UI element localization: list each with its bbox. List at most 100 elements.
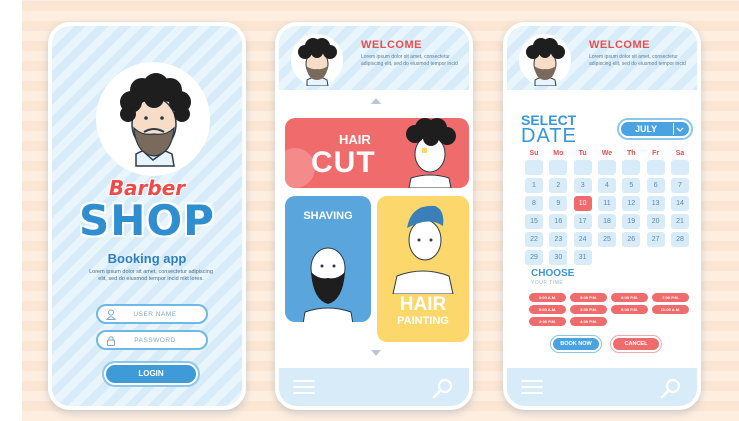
scroll-up-arrow-icon[interactable] bbox=[371, 98, 381, 104]
username-placeholder: USER NAME bbox=[133, 310, 177, 318]
calendar-day[interactable] bbox=[670, 160, 689, 175]
phone-services-screen: WELCOME Lorem ipsum dolor sit amet, cons… bbox=[275, 22, 473, 410]
calendar-day[interactable]: 31 bbox=[573, 250, 592, 265]
calendar-day[interactable]: 2 bbox=[549, 178, 568, 193]
calendar-day[interactable] bbox=[573, 160, 592, 175]
calendar-day[interactable]: 21 bbox=[670, 214, 689, 229]
calendar-day[interactable]: 1 bbox=[525, 178, 543, 193]
time-slot-button[interactable]: 7:00 P.M. bbox=[652, 293, 689, 302]
calendar-day[interactable]: 9 bbox=[549, 196, 568, 211]
shaving-card[interactable]: SHAVING bbox=[285, 196, 371, 322]
weekday-label: Mo bbox=[553, 150, 564, 157]
weekday-header: Su Mo Tu We Th Fr Sa bbox=[525, 150, 689, 157]
time-slot-button[interactable]: 6:00 P.M. bbox=[611, 293, 648, 302]
calendar-day[interactable] bbox=[622, 160, 641, 175]
phone-date-screen: WELCOME Lorem ipsum dolor sit amet, cons… bbox=[503, 22, 701, 410]
haircut-label-line2: CUT bbox=[311, 146, 376, 179]
calendar-day[interactable]: 22 bbox=[525, 232, 543, 247]
calendar-day[interactable]: 24 bbox=[573, 232, 592, 247]
calendar-day[interactable]: 4 bbox=[597, 178, 616, 193]
weekday-label: Tu bbox=[578, 150, 587, 157]
calendar-day[interactable]: 5 bbox=[622, 178, 641, 193]
haircut-card[interactable]: HAIR CUT bbox=[285, 118, 469, 188]
chevron-down-icon bbox=[673, 123, 685, 135]
calendar-day[interactable]: 11 bbox=[597, 196, 616, 211]
calendar-day[interactable]: 30 bbox=[549, 250, 568, 265]
haircut-illustration bbox=[406, 118, 456, 188]
calendar-day[interactable]: 27 bbox=[646, 232, 665, 247]
weekday-label: Fr bbox=[652, 150, 660, 157]
weekday-label: Su bbox=[529, 150, 539, 157]
calendar-day[interactable]: 19 bbox=[622, 214, 641, 229]
calendar-day[interactable]: 14 bbox=[670, 196, 689, 211]
logo-shop-text: SHOP bbox=[79, 196, 215, 245]
login-description: Lorem ipsum dolor sit amet, consectetur … bbox=[89, 269, 213, 282]
welcome-heading: WELCOME bbox=[361, 39, 422, 51]
services-bottom-bar bbox=[279, 368, 469, 406]
weekday-label: Th bbox=[627, 150, 636, 157]
menu-icon[interactable] bbox=[293, 380, 315, 394]
painting-label-line1: HAIR bbox=[399, 294, 447, 315]
select-date-title-line2: DATE bbox=[521, 125, 577, 147]
search-icon[interactable] bbox=[659, 376, 683, 400]
calendar-day-selected[interactable]: 10 bbox=[573, 196, 592, 211]
weekday-label: We bbox=[601, 150, 613, 157]
calendar-day[interactable]: 18 bbox=[597, 214, 616, 229]
calendar-day[interactable]: 3 bbox=[573, 178, 592, 193]
hair-painting-illustration bbox=[392, 205, 454, 294]
calendar-day[interactable]: 20 bbox=[646, 214, 665, 229]
time-slot-button[interactable]: 5:00 P.M. bbox=[570, 293, 607, 302]
calendar-day[interactable]: 29 bbox=[525, 250, 543, 265]
barber-illustration bbox=[120, 73, 191, 167]
calendar-day[interactable] bbox=[597, 160, 616, 175]
menu-icon[interactable] bbox=[521, 380, 543, 394]
time-slot-button[interactable]: 3:00 P.M. bbox=[570, 305, 607, 314]
calendar-day[interactable]: 12 bbox=[622, 196, 641, 211]
scroll-down-arrow-icon[interactable] bbox=[371, 350, 381, 356]
calendar-day[interactable]: 7 bbox=[670, 178, 689, 193]
calendar-day[interactable]: 23 bbox=[549, 232, 568, 247]
calendar-day[interactable]: 25 bbox=[597, 232, 616, 247]
calendar-day[interactable] bbox=[549, 160, 568, 175]
calendar-day[interactable]: 16 bbox=[549, 214, 568, 229]
calendar-day[interactable]: 13 bbox=[646, 196, 665, 211]
calendar-week: 29 30 31 bbox=[525, 250, 689, 265]
search-icon[interactable] bbox=[431, 376, 455, 400]
calendar-week: 22 23 24 25 26 27 28 bbox=[525, 232, 689, 247]
hair-painting-card[interactable]: HAIR PAINTING bbox=[377, 196, 469, 342]
month-dropdown[interactable]: JULY bbox=[619, 120, 691, 138]
login-button[interactable]: LOGIN bbox=[104, 363, 198, 385]
calendar-day[interactable]: 26 bbox=[622, 232, 641, 247]
weekday-label: Sa bbox=[675, 150, 685, 157]
cancel-button[interactable]: CANCEL bbox=[611, 336, 661, 352]
time-slot-button[interactable]: 11:00 A.M. bbox=[652, 305, 689, 314]
calendar-day[interactable]: 28 bbox=[670, 232, 689, 247]
header-avatar bbox=[519, 34, 571, 87]
time-slot-button[interactable]: 4:00 P.M. bbox=[570, 317, 607, 326]
painting-label-line2: PAINTING bbox=[397, 315, 449, 327]
calendar-grid: Su Mo Tu We Th Fr Sa 1 2 3 4 5 6 7 8 9 1… bbox=[525, 150, 689, 265]
time-slot-button[interactable]: 9:00 A.M. bbox=[529, 305, 566, 314]
book-now-button[interactable]: BOOK NOW bbox=[551, 336, 601, 352]
time-slot-button[interactable]: 6:00 P.M. bbox=[611, 305, 648, 314]
calendar-day[interactable]: 15 bbox=[525, 214, 543, 229]
month-value: JULY bbox=[635, 124, 658, 134]
choose-time-title: CHOOSE bbox=[531, 268, 575, 279]
calendar-week: 15 16 17 18 19 20 21 bbox=[525, 214, 689, 229]
haircut-label-line1: HAIR bbox=[339, 132, 371, 147]
welcome-description: Lorem ipsum dolor sit amet, consectetur … bbox=[361, 54, 458, 67]
calendar-day[interactable]: 17 bbox=[573, 214, 592, 229]
calendar-day[interactable] bbox=[646, 160, 665, 175]
calendar-day-empty bbox=[622, 250, 640, 265]
username-field[interactable]: USER NAME bbox=[96, 304, 208, 324]
user-icon bbox=[104, 307, 118, 321]
welcome-description: Lorem ipsum dolor sit amet, consectetur … bbox=[589, 54, 686, 67]
calendar-day[interactable]: 8 bbox=[525, 196, 543, 211]
date-header: WELCOME Lorem ipsum dolor sit amet, cons… bbox=[507, 26, 697, 90]
time-slot-button[interactable]: 2:00 P.M. bbox=[529, 317, 566, 326]
time-slot-button[interactable]: 3:00 A.M. bbox=[529, 293, 566, 302]
password-field[interactable]: PASSWORD bbox=[96, 330, 208, 350]
calendar-day[interactable] bbox=[525, 160, 543, 175]
calendar-day-empty bbox=[671, 250, 689, 265]
calendar-day[interactable]: 6 bbox=[646, 178, 665, 193]
